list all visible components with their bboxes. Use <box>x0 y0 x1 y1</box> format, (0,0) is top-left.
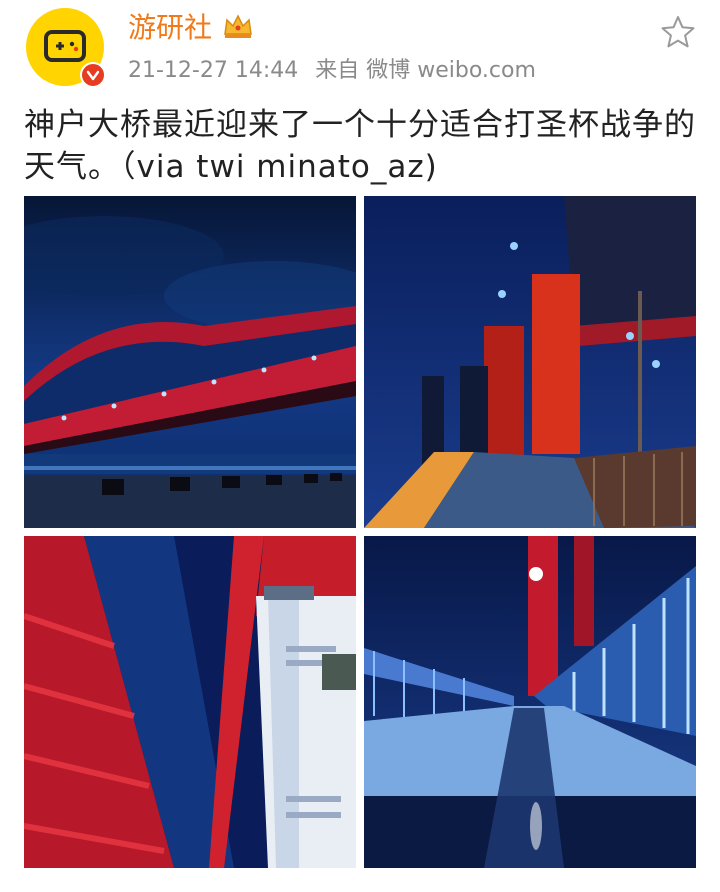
post-timestamp: 21-12-27 14:44 <box>128 58 299 83</box>
post-image-1[interactable] <box>24 196 356 528</box>
star-icon[interactable] <box>660 14 696 50</box>
post-text: 神户大桥最近迎来了一个十分适合打圣杯战争的天气。（via twi minato_… <box>24 107 696 185</box>
username[interactable]: 游研社 <box>128 10 212 46</box>
crown-icon[interactable] <box>222 12 254 40</box>
post-image-4[interactable] <box>364 536 696 868</box>
weibo-post: 游研社 21-12-27 14:44 来自 微博 weibo.com 神户大桥最… <box>0 0 720 892</box>
post-image-2[interactable] <box>364 196 696 528</box>
post-source[interactable]: 来自 微博 weibo.com <box>315 58 536 83</box>
verified-badge-icon <box>80 62 106 88</box>
post-meta: 21-12-27 14:44 来自 微博 weibo.com <box>128 56 546 86</box>
post-image-3[interactable] <box>24 536 356 868</box>
